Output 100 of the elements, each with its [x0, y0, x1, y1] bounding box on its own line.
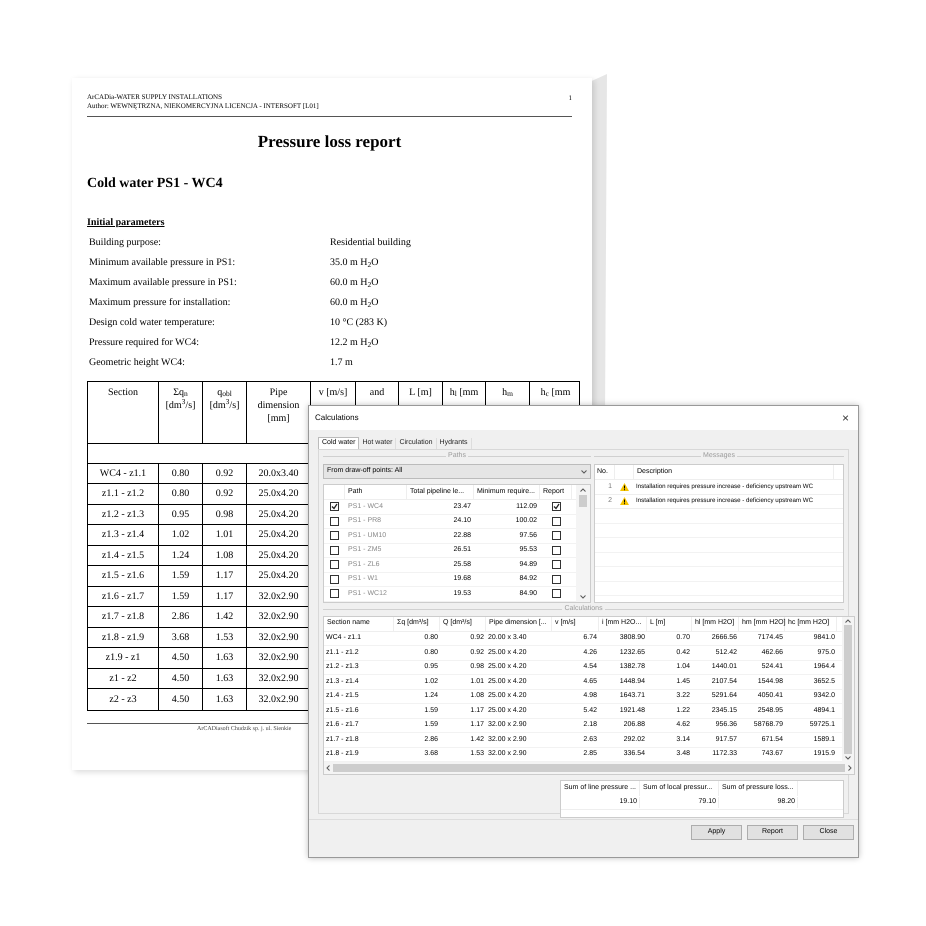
checkbox[interactable]: [552, 546, 560, 555]
checkbox[interactable]: [330, 560, 339, 570]
table-cell-text: 2.86: [172, 610, 190, 624]
table-cell-text: 1.42: [216, 610, 234, 624]
table-cell-text: 25.0x4.20: [258, 569, 298, 584]
column-header: h$_{l}$ [mm: [450, 386, 478, 398]
table-cell-text: z1.9 - z1: [106, 651, 140, 666]
column-header: Σq$_{n}$ [dm$^{3}$/s]: [166, 386, 196, 410]
check-icon: [331, 503, 338, 510]
column-header: h$_{c}$ [mm: [540, 386, 570, 398]
chevron-right-icon: [848, 765, 852, 771]
table-cell-text: 1.63: [216, 692, 234, 707]
checkbox[interactable]: [552, 531, 560, 540]
table-cell-text: z1.3 - z1.4: [102, 528, 144, 542]
table-cell-text: 1.01: [216, 528, 234, 542]
checkbox[interactable]: [330, 589, 339, 598]
checkbox[interactable]: [330, 516, 339, 526]
scrollbar-thumb[interactable]: [579, 495, 587, 507]
table-cell-text: 1.63: [216, 672, 234, 686]
table-cell-text: z1.8 - z1.9: [102, 630, 144, 645]
parameter-label: Geometric height WC4:: [89, 356, 186, 370]
checkbox[interactable]: [552, 574, 560, 584]
checkbox[interactable]: [330, 531, 339, 540]
table-cell-text: 32.0x2.90: [258, 692, 298, 707]
warning-icon: [620, 482, 629, 491]
column-header: v [m/s]: [318, 386, 348, 398]
table-cell-text: 0.95: [172, 508, 190, 522]
section-title: Initial parameters: [87, 216, 164, 228]
parameter-value: 10 °C (283 K): [330, 316, 388, 330]
window-title: Calculations: [315, 412, 359, 424]
table-cell-text: z2 - z3: [109, 692, 137, 707]
checkbox[interactable]: [330, 574, 339, 584]
column-header: Section: [108, 386, 138, 398]
report-subtitle: Cold water PS1 - WC4: [87, 176, 223, 190]
parameter-value: 12.2 m H$_{2}$O: [330, 336, 378, 350]
chevron-down-icon: [580, 594, 586, 598]
table-cell-text: 3.68: [172, 630, 190, 645]
checkbox[interactable]: [552, 560, 560, 570]
column-header: q$_{obl}$ [dm$^{3}$/s]: [210, 386, 240, 410]
vertical-scrollbar[interactable]: [842, 616, 854, 762]
vertical-scrollbar[interactable]: [576, 485, 590, 602]
checkbox[interactable]: [330, 546, 339, 555]
table-cell-text: 32.0x2.90: [258, 651, 298, 666]
parameter-value: 60.0 m H$_{2}$O: [330, 296, 378, 310]
table-cell-text: z1.6 - z1.7: [102, 590, 144, 604]
checkbox[interactable]: [552, 516, 560, 526]
table-cell-text: 20.0x3.40: [258, 466, 298, 481]
checkbox[interactable]: [552, 502, 560, 512]
table-cell-text: 25.0x4.20: [258, 487, 298, 502]
table-cell-text: z1.7 - z1.8: [102, 610, 144, 624]
table-cell-text: 1.08: [216, 548, 234, 563]
table-cell-text: 4.50: [172, 672, 190, 686]
table-cell-text: z1.1 - z1.2: [102, 487, 144, 502]
checkbox[interactable]: [330, 502, 339, 512]
table-cell-text: 32.0x2.90: [258, 630, 298, 645]
chevron-down-icon: [845, 756, 851, 760]
parameter-value: 1.7 m: [330, 356, 353, 370]
table-cell-text: 32.0x2.90: [258, 610, 298, 624]
table-cell-text: 25.0x4.20: [258, 528, 298, 542]
warning-icon: [620, 497, 629, 506]
column-header: L [m]: [409, 386, 432, 398]
horizontal-scrollbar[interactable]: [324, 762, 854, 774]
table-cell-text: 0.80: [172, 487, 190, 502]
table-cell-text: 1.24: [172, 548, 190, 563]
table-cell-text: 1.17: [216, 569, 234, 584]
chevron-down-icon: [581, 470, 587, 474]
table-cell-text: z1 - z2: [109, 672, 137, 686]
table-cell-text: 25.0x4.20: [258, 548, 298, 563]
table-cell-text: z1.2 - z1.3: [102, 508, 144, 522]
parameter-label: Maximum available pressure in PS1:: [89, 276, 238, 290]
check-icon: [552, 503, 560, 510]
parameter-label: Minimum available pressure in PS1:: [89, 256, 236, 270]
table-cell-text: 1.02: [172, 528, 190, 542]
table-cell-text: z1.5 - z1.6: [102, 569, 144, 584]
column-header: Pipe dimension [mm]: [258, 386, 300, 424]
column-header: and: [370, 386, 384, 398]
table-cell-text: 0.92: [216, 466, 234, 481]
table-cell-text: WC4 - z1.1: [100, 466, 146, 481]
table-cell-text: 1.59: [172, 569, 190, 584]
table-cell-text: 0.80: [172, 466, 190, 481]
chevron-left-icon: [326, 765, 330, 771]
parameter-value: 35.0 m H$_{2}$O: [330, 256, 378, 270]
parameter-label: Design cold water temperature:: [89, 316, 216, 330]
table-cell-text: 32.0x2.90: [258, 672, 298, 686]
table-cell-text: 1.63: [216, 651, 234, 666]
table-cell-text: 32.0x2.90: [258, 590, 298, 604]
table-cell-text: 1.17: [216, 590, 234, 604]
close-button[interactable]: ×: [838, 412, 852, 424]
report-title: Pressure loss report: [258, 131, 402, 153]
parameter-value: Residential building: [330, 236, 411, 250]
chevron-up-icon: [580, 488, 586, 492]
checkbox[interactable]: [552, 589, 560, 598]
table-cell-text: 1.59: [172, 590, 190, 604]
table-cell-text: 4.50: [172, 651, 190, 666]
parameter-label: Building purpose:: [89, 236, 162, 250]
table-cell-text: 0.92: [216, 487, 234, 502]
table-cell-text: 4.50: [172, 692, 190, 707]
table-cell-text: 0.98: [216, 508, 234, 522]
parameter-label: Maximum pressure for installation:: [89, 296, 232, 310]
parameter-value: 60.0 m H$_{2}$O: [330, 276, 378, 290]
